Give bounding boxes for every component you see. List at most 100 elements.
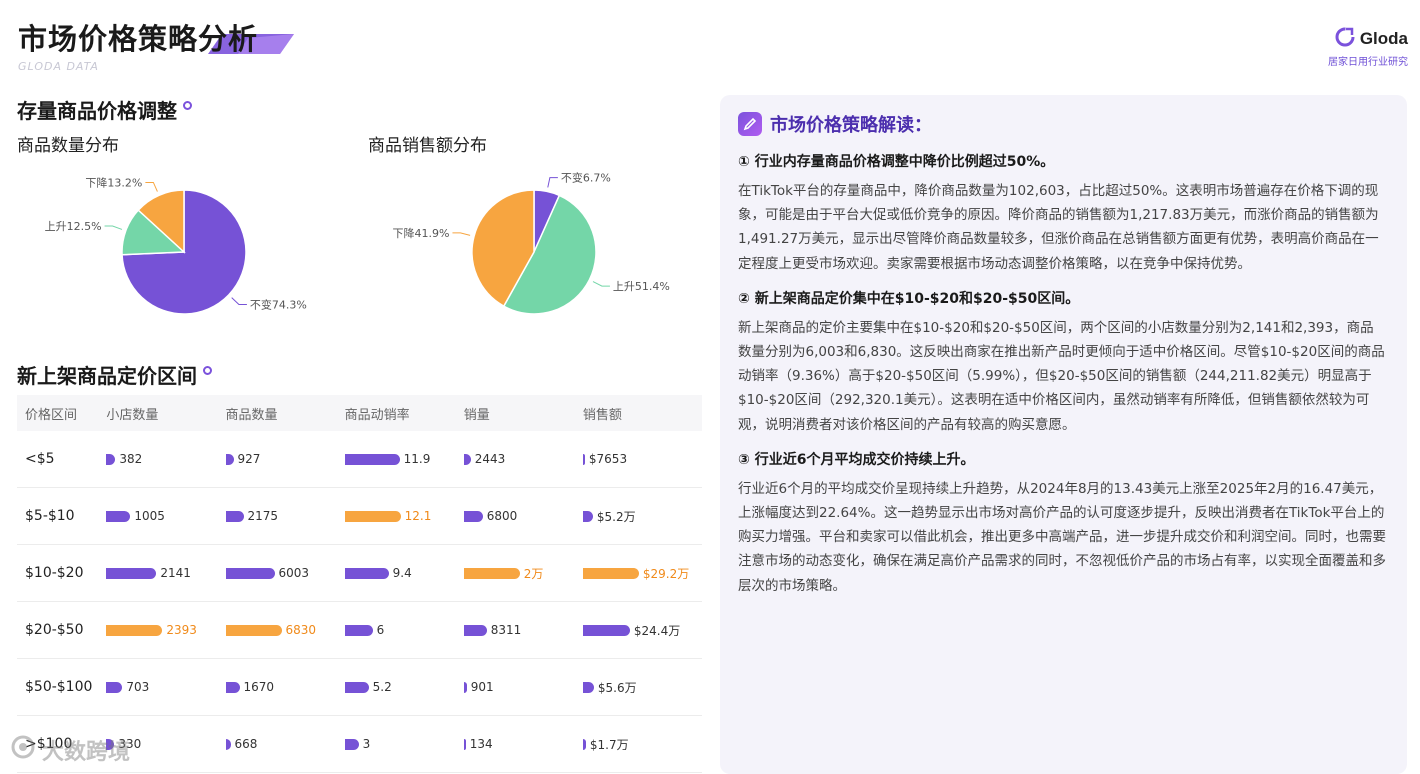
gloda-logo-icon xyxy=(1334,26,1356,52)
bar-cell: 668 xyxy=(225,737,345,751)
pie-chart-quantity: 不变74.3% 上升12.5% 下降13.2% xyxy=(45,175,307,315)
analysis-point-body: 新上架商品的定价主要集中在$10-$20和$20-$50区间，两个区间的小店数量… xyxy=(738,319,1385,433)
value-bar xyxy=(463,738,466,750)
table-row: $20-$50 2393 6830 6 8311 $24.4万 xyxy=(17,602,702,659)
analysis-title: 市场价格策略解读： xyxy=(770,115,932,136)
value-bar xyxy=(463,567,520,579)
pie-label: 不变74.3% xyxy=(250,298,307,312)
pie-label: 下降13.2% xyxy=(85,175,142,189)
bar-cell: $29.2万 xyxy=(582,565,702,582)
bar-cell: $7653 xyxy=(582,452,702,466)
value-bar xyxy=(106,567,157,579)
pie-title-quantity: 商品数量分布 xyxy=(17,136,119,156)
table-body: <$5 382 927 11.9 2443 $7653 $5-$10 1005 2175 12.1… xyxy=(17,431,702,773)
bar-cell: 2万 xyxy=(463,565,583,582)
value-bar xyxy=(582,510,593,522)
bar-value-label: 1670 xyxy=(243,680,275,694)
bar-value-label: 2175 xyxy=(247,509,279,523)
bar-value-label: 3 xyxy=(362,737,371,751)
bar-value-label: 703 xyxy=(126,680,150,694)
pie-leader-line xyxy=(547,177,558,188)
bar-value-label: 5.2 xyxy=(372,680,392,694)
pie-leader-line xyxy=(104,225,123,230)
value-bar xyxy=(463,453,471,465)
price-range-cell: $10-$20 xyxy=(25,565,84,581)
value-bar xyxy=(582,681,594,693)
bar-cell: 134 xyxy=(463,737,583,751)
bar-cell: 6830 xyxy=(225,623,345,637)
bar-cell: 927 xyxy=(225,452,345,466)
bar-value-label: $7653 xyxy=(588,452,628,466)
bar-cell: 9.4 xyxy=(344,566,464,580)
value-bar xyxy=(225,738,231,750)
section-dot-icon xyxy=(203,366,212,375)
table-row: $10-$20 2141 6003 9.4 2万 $29.2万 xyxy=(17,545,702,602)
bar-cell: 1005 xyxy=(106,509,225,523)
value-bar xyxy=(344,681,369,693)
value-bar xyxy=(225,624,282,636)
bar-value-label: 927 xyxy=(237,452,261,466)
analysis-point-title: ② 新上架商品定价集中在$10-$20和$20-$50区间。 xyxy=(738,290,1080,307)
value-bar xyxy=(106,510,131,522)
bar-value-label: 11.9 xyxy=(403,452,431,466)
analysis-point-body: 行业近6个月的平均成交价呈现持续上升趋势，从2024年8月的13.43美元上涨至… xyxy=(738,480,1386,594)
bar-value-label: 12.1 xyxy=(404,509,432,523)
page-subtitle: GLODA DATA xyxy=(18,60,99,73)
pie-leader-line xyxy=(231,297,247,306)
table-header: 价格区间 小店数量 商品数量 商品动销率 销量 销售额 xyxy=(17,395,702,431)
section-title-text: 新上架商品定价区间 xyxy=(17,364,197,388)
bar-value-label: 668 xyxy=(234,737,258,751)
bar-value-label: 6830 xyxy=(285,623,317,637)
analysis-point-title: ③ 行业近6个月平均成交价持续上升。 xyxy=(738,451,975,468)
bar-value-label: $5.6万 xyxy=(597,680,637,695)
bar-value-label: 6800 xyxy=(486,509,518,523)
pie-leader-line xyxy=(145,181,158,192)
value-bar xyxy=(344,510,401,522)
bar-cell: 5.2 xyxy=(344,680,464,694)
pie-label: 下降41.9% xyxy=(392,226,449,240)
bar-cell: 901 xyxy=(463,680,583,694)
watermark-logo-icon xyxy=(10,734,36,766)
analysis-header: 市场价格策略解读： xyxy=(738,111,1387,137)
table-row: <$5 382 927 11.9 2443 $7653 xyxy=(17,431,702,488)
value-bar xyxy=(106,624,163,636)
bar-cell: 703 xyxy=(106,680,225,694)
bar-cell: 6800 xyxy=(463,509,583,523)
bar-value-label: 2443 xyxy=(474,452,506,466)
bar-value-label: $29.2万 xyxy=(642,566,690,581)
value-bar xyxy=(344,567,389,579)
section-title-text: 存量商品价格调整 xyxy=(17,99,177,123)
price-range-cell: $20-$50 xyxy=(25,622,84,638)
price-range-cell: <$5 xyxy=(25,451,55,467)
brand-tagline: 居家日用行业研究 xyxy=(1328,57,1408,68)
header-cell: 销量 xyxy=(463,407,490,423)
bar-cell: 11.9 xyxy=(344,452,464,466)
brand-logo: Gloda xyxy=(1334,26,1408,52)
watermark-text: 大数跨境 xyxy=(42,740,131,765)
bar-value-label: 1005 xyxy=(134,509,165,523)
value-bar xyxy=(344,738,359,750)
bar-value-label: 6003 xyxy=(278,566,310,580)
bar-cell: 3 xyxy=(344,737,464,751)
bar-cell: 1670 xyxy=(225,680,345,694)
pricing-table: 价格区间 小店数量 商品数量 商品动销率 销量 销售额 <$5 382 927 11.… xyxy=(17,395,702,773)
value-bar xyxy=(582,738,586,750)
header-cell: 销售额 xyxy=(582,407,622,423)
pie-chart-sales: 不变6.7% 上升51.4% 下降41.9% xyxy=(392,171,670,315)
bar-value-label: 901 xyxy=(470,680,494,694)
value-bar xyxy=(344,624,373,636)
bar-value-label: 382 xyxy=(119,452,143,466)
bar-value-label: 6 xyxy=(376,623,385,637)
value-bar xyxy=(463,624,487,636)
price-range-cell: $5-$10 xyxy=(25,508,75,524)
value-bar xyxy=(463,510,483,522)
value-bar xyxy=(225,567,275,579)
value-bar xyxy=(582,624,630,636)
value-bar xyxy=(106,681,123,693)
bar-cell: 8311 xyxy=(463,623,583,637)
brand-name: Gloda xyxy=(1359,29,1408,48)
bar-value-label: $24.4万 xyxy=(633,623,681,638)
bar-value-label: 8311 xyxy=(490,623,522,637)
bar-cell: 12.1 xyxy=(344,509,464,523)
value-bar xyxy=(582,567,639,579)
